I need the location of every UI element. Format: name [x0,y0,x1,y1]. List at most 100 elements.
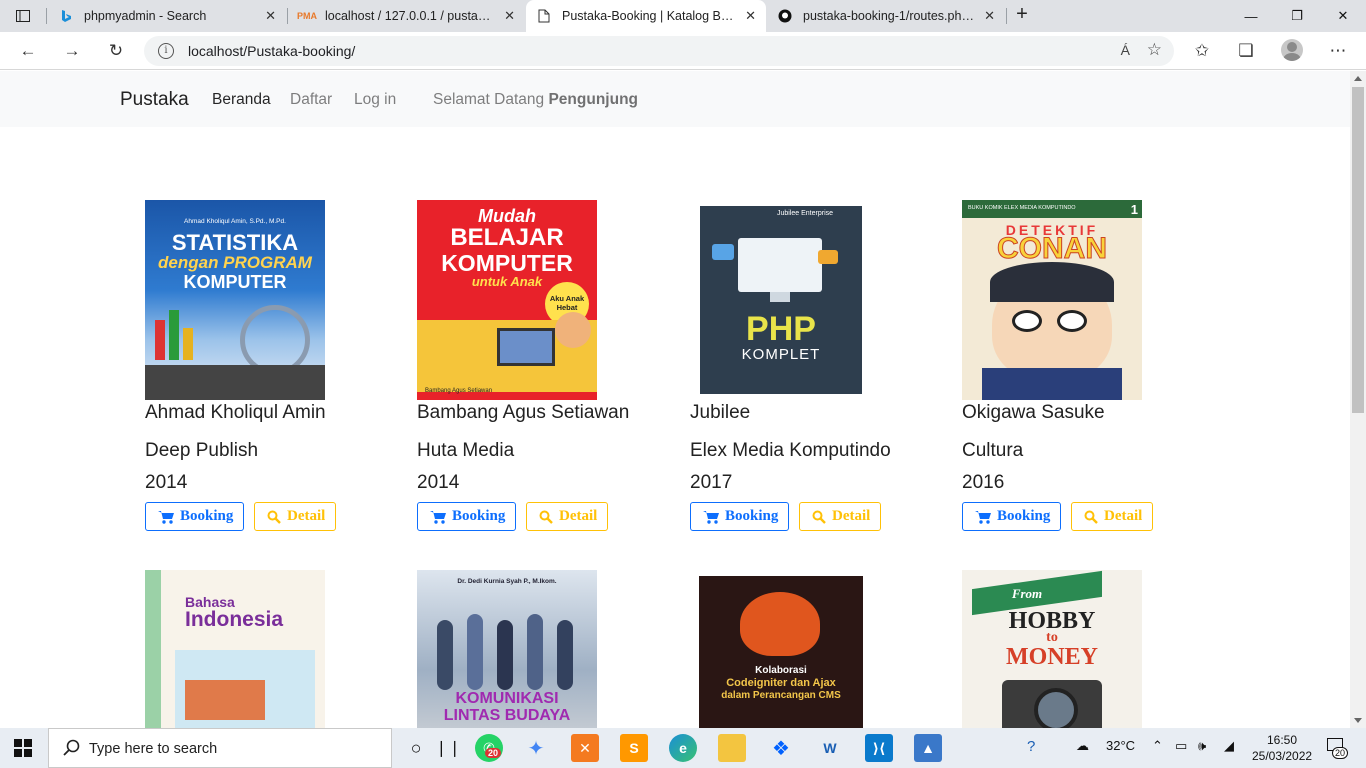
tab-pustaka-booking[interactable]: Pustaka-Booking | Katalog Buku ✕ [526,0,766,32]
book-cover[interactable]: Jubilee Enterprise PHP KOMPLET [690,200,870,400]
close-tab-icon[interactable]: ✕ [745,8,756,24]
book-publisher: Deep Publish [145,440,259,461]
tab-github[interactable]: pustaka-booking-1/routes.php at main ✕ [767,0,1005,32]
address-bar[interactable]: i localhost/Pustaka-booking/ Á ☆ [144,36,1174,66]
restore-icon[interactable]: ❐ [1274,0,1320,32]
favorites-icon[interactable]: ✩ [1189,39,1215,63]
scrollbar-thumb[interactable] [1352,87,1364,413]
tab-title: Pustaka-Booking | Katalog Buku [562,9,738,23]
book-author: Jubilee [690,402,751,423]
windows-start-icon[interactable] [14,739,32,757]
detail-button[interactable]: Detail [254,502,337,531]
book-author: Okigawa Sasuke [962,402,1105,423]
profile-avatar[interactable] [1281,39,1303,61]
notifications-icon[interactable]: 20 [1322,734,1349,760]
whatsapp-icon[interactable]: ✆ 20 [475,734,503,762]
close-window-icon[interactable]: ✕ [1320,0,1366,32]
photos-icon[interactable]: ▲ [914,734,942,762]
site-info-icon[interactable]: i [158,43,174,59]
battery-icon[interactable]: ▭ [1175,738,1187,754]
search-icon [1084,510,1098,524]
tab-phpmyadmin-search[interactable]: phpmyadmin - Search ✕ [48,0,286,32]
whatsapp-badge: 20 [485,748,502,758]
weather-temperature[interactable]: 32°C [1106,738,1135,753]
refresh-icon[interactable]: ↻ [103,39,129,63]
dropbox-icon[interactable]: ❖ [767,734,795,762]
back-icon[interactable]: ← [15,39,41,63]
search-icon [812,510,826,524]
nav-beranda[interactable]: Beranda [212,91,271,109]
cart-icon [158,510,174,524]
brand-link[interactable]: Pustaka [120,89,189,111]
book-cover[interactable]: Bahasa Indonesia [145,570,325,728]
nav-login[interactable]: Log in [354,91,396,109]
volume-icon[interactable]: 🕪 [1198,738,1206,754]
book-year: 2016 [962,472,1005,493]
search-icon [63,739,80,756]
sublime-text-icon[interactable]: S [620,734,648,762]
cortana-icon[interactable]: ○ [402,734,430,762]
welcome-text: Selamat Datang Pengunjung [433,91,639,108]
book-publisher: Elex Media Komputindo [690,440,891,461]
detail-button[interactable]: Detail [799,502,882,531]
detail-button[interactable]: Detail [1071,502,1154,531]
close-tab-icon[interactable]: ✕ [265,8,276,24]
book-cover[interactable]: Dr. Dedi Kurnia Syah P., M.Ikom. KOMUNIK… [417,570,597,728]
book-publisher: Huta Media [417,440,515,461]
tray-chevron-icon[interactable]: ⌃ [1152,738,1163,754]
vscode-icon[interactable]: ⟩⟨ [865,734,893,762]
booking-button[interactable]: Booking [417,502,517,531]
task-view-icon[interactable]: ❘❘ [434,734,462,762]
bing-icon [58,8,74,24]
book-cover[interactable]: Mudah BELAJAR KOMPUTER untuk Anak Aku An… [417,200,597,400]
book-cover[interactable]: BUKU KOMIK ELEX MEDIA KOMPUTINDO 1 DETEK… [962,200,1142,400]
booking-button[interactable]: Booking [962,502,1062,531]
search-icon [267,510,281,524]
nav-daftar[interactable]: Daftar [290,91,332,109]
more-menu-icon[interactable]: ⋯ [1325,39,1351,63]
taskbar: Type here to search ○ ❘❘ ✆ 20 ✦ ✕ S e ❖ … [0,728,1366,768]
page-icon [536,8,552,24]
collections-icon[interactable]: ❏ [1233,39,1259,63]
tab-strip: phpmyadmin - Search ✕ PMA localhost / 12… [0,0,1366,32]
forward-icon[interactable]: → [59,39,85,63]
book-year: 2014 [417,472,460,493]
book-publisher: Cultura [962,440,1024,461]
book-cover[interactable]: Kolaborasi Codeigniter dan Ajax dalam Pe… [690,570,870,728]
welcome-user: Pengunjung [548,91,639,108]
tab-title: phpmyadmin - Search [84,9,207,23]
site-navbar: Pustaka Beranda Daftar Log in Selamat Da… [0,71,1350,127]
taskbar-search-input[interactable]: Type here to search [48,728,392,768]
minimize-icon[interactable]: — [1228,0,1274,32]
close-tab-icon[interactable]: ✕ [984,8,995,24]
new-tab-icon[interactable]: + [1010,3,1034,27]
browser-toolbar: ← → ↻ i localhost/Pustaka-booking/ Á ☆ … [0,32,1366,70]
word-app-icon[interactable]: W [816,734,844,762]
book-cover[interactable]: From HOBBY to MONEY [962,570,1142,728]
phpmyadmin-icon: PMA [297,11,317,21]
tab-phpmyadmin[interactable]: PMA localhost / 127.0.0.1 / pustaka | ph… [289,0,525,32]
book-cover[interactable]: Ahmad Kholiqul Amin, S.Pd., M.Pd. STATIS… [145,200,325,400]
file-explorer-icon[interactable] [718,734,746,762]
url-text[interactable]: localhost/Pustaka-booking/ [188,43,355,59]
help-icon[interactable]: ? [1027,738,1035,755]
read-aloud-icon[interactable]: Á [1121,42,1130,58]
xampp-icon[interactable]: ✕ [571,734,599,762]
book-year: 2014 [145,472,188,493]
add-favorite-icon[interactable]: ☆ [1147,40,1162,60]
tab-title: pustaka-booking-1/routes.php at main [803,9,976,23]
cart-icon [703,510,719,524]
vertical-scrollbar[interactable] [1350,71,1366,728]
wifi-icon[interactable]: ◢ [1224,738,1234,754]
page-content: Pustaka Beranda Daftar Log in Selamat Da… [0,71,1350,728]
taskbar-clock[interactable]: 16:50 25/03/2022 [1252,732,1312,764]
git-app-icon[interactable]: ✦ [522,734,550,762]
close-tab-icon[interactable]: ✕ [504,8,515,24]
detail-button[interactable]: Detail [526,502,609,531]
tab-actions-icon[interactable] [10,4,36,28]
booking-button[interactable]: Booking [690,502,790,531]
edge-icon[interactable]: e [669,734,697,762]
booking-button[interactable]: Booking [145,502,245,531]
weather-icon[interactable]: ☁ [1076,738,1089,754]
github-icon [777,8,793,24]
